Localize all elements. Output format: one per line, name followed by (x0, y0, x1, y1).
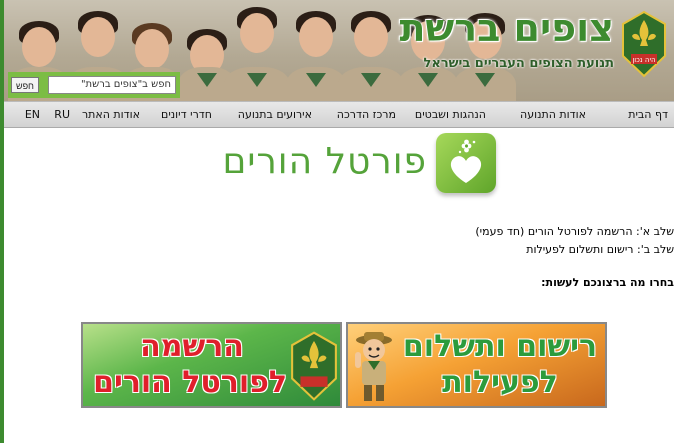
register-banner-line1: הרשמה (140, 329, 244, 364)
nav-item-discussion-rooms[interactable]: חדרי דיונים (161, 102, 212, 127)
main-nav: דף הבית אודות התנועה הנהגות ושבטים מרכז … (4, 101, 674, 128)
portal-title: פורטל הורים (222, 141, 427, 182)
nav-item-about-site[interactable]: אודות האתר (82, 102, 140, 127)
page: צופים ברשת תנועת הצופים העבריים בישראל ה… (0, 0, 674, 443)
search-input[interactable] (48, 76, 176, 94)
step-a-text: שלב א': הרשמה לפורטל הורים (חד פעמי) (475, 225, 674, 238)
scout-photo-figure (286, 11, 346, 101)
nav-item-lang-ru[interactable]: RU (54, 102, 70, 127)
search-button[interactable]: חפש (11, 77, 39, 93)
step-b-text: שלב ב': רישום ותשלום לפעילות (526, 243, 674, 256)
emblem-motto: היה נכון (632, 56, 655, 64)
nav-item-events[interactable]: אירועים בתנועה (238, 102, 312, 127)
nav-item-lang-en[interactable]: EN (25, 102, 40, 127)
scout-photo-figure (224, 7, 290, 101)
nav-item-about-movement[interactable]: אודות התנועה (520, 102, 586, 127)
scout-emblem-icon (291, 331, 337, 401)
scout-photo-figure (338, 11, 404, 101)
activity-payment-banner[interactable]: רישום ותשלום לפעילות (346, 322, 607, 408)
nav-item-home[interactable]: דף הבית (628, 102, 668, 127)
scout-emblem-icon: היה נכון (622, 10, 666, 78)
site-logo[interactable]: צופים ברשת תנועת הצופים העבריים בישראל ה… (399, 4, 668, 90)
register-banner-line2: לפורטל הורים (93, 365, 287, 400)
search-bar: חפש (8, 72, 180, 98)
nav-item-leadership-tribes[interactable]: הנהגות ושבטים (415, 102, 486, 127)
payment-banner-line2: לפעילות (442, 365, 558, 400)
register-portal-banner[interactable]: הרשמה לפורטל הורים (81, 322, 342, 408)
heart-flower-icon (436, 133, 496, 193)
portal-logo: פורטל הורים (205, 133, 505, 203)
site-title: צופים ברשת (399, 6, 614, 50)
header-banner: צופים ברשת תנועת הצופים העבריים בישראל ה… (4, 0, 674, 101)
site-subtitle: תנועת הצופים העבריים בישראל (423, 56, 614, 71)
nav-item-training-center[interactable]: מרכז הדרכה (337, 102, 396, 127)
payment-banner-line1: רישום ותשלום (402, 329, 598, 364)
scout-character-icon (355, 332, 392, 401)
choose-prompt: בחרו מה ברצונכם לעשות: (541, 276, 674, 289)
